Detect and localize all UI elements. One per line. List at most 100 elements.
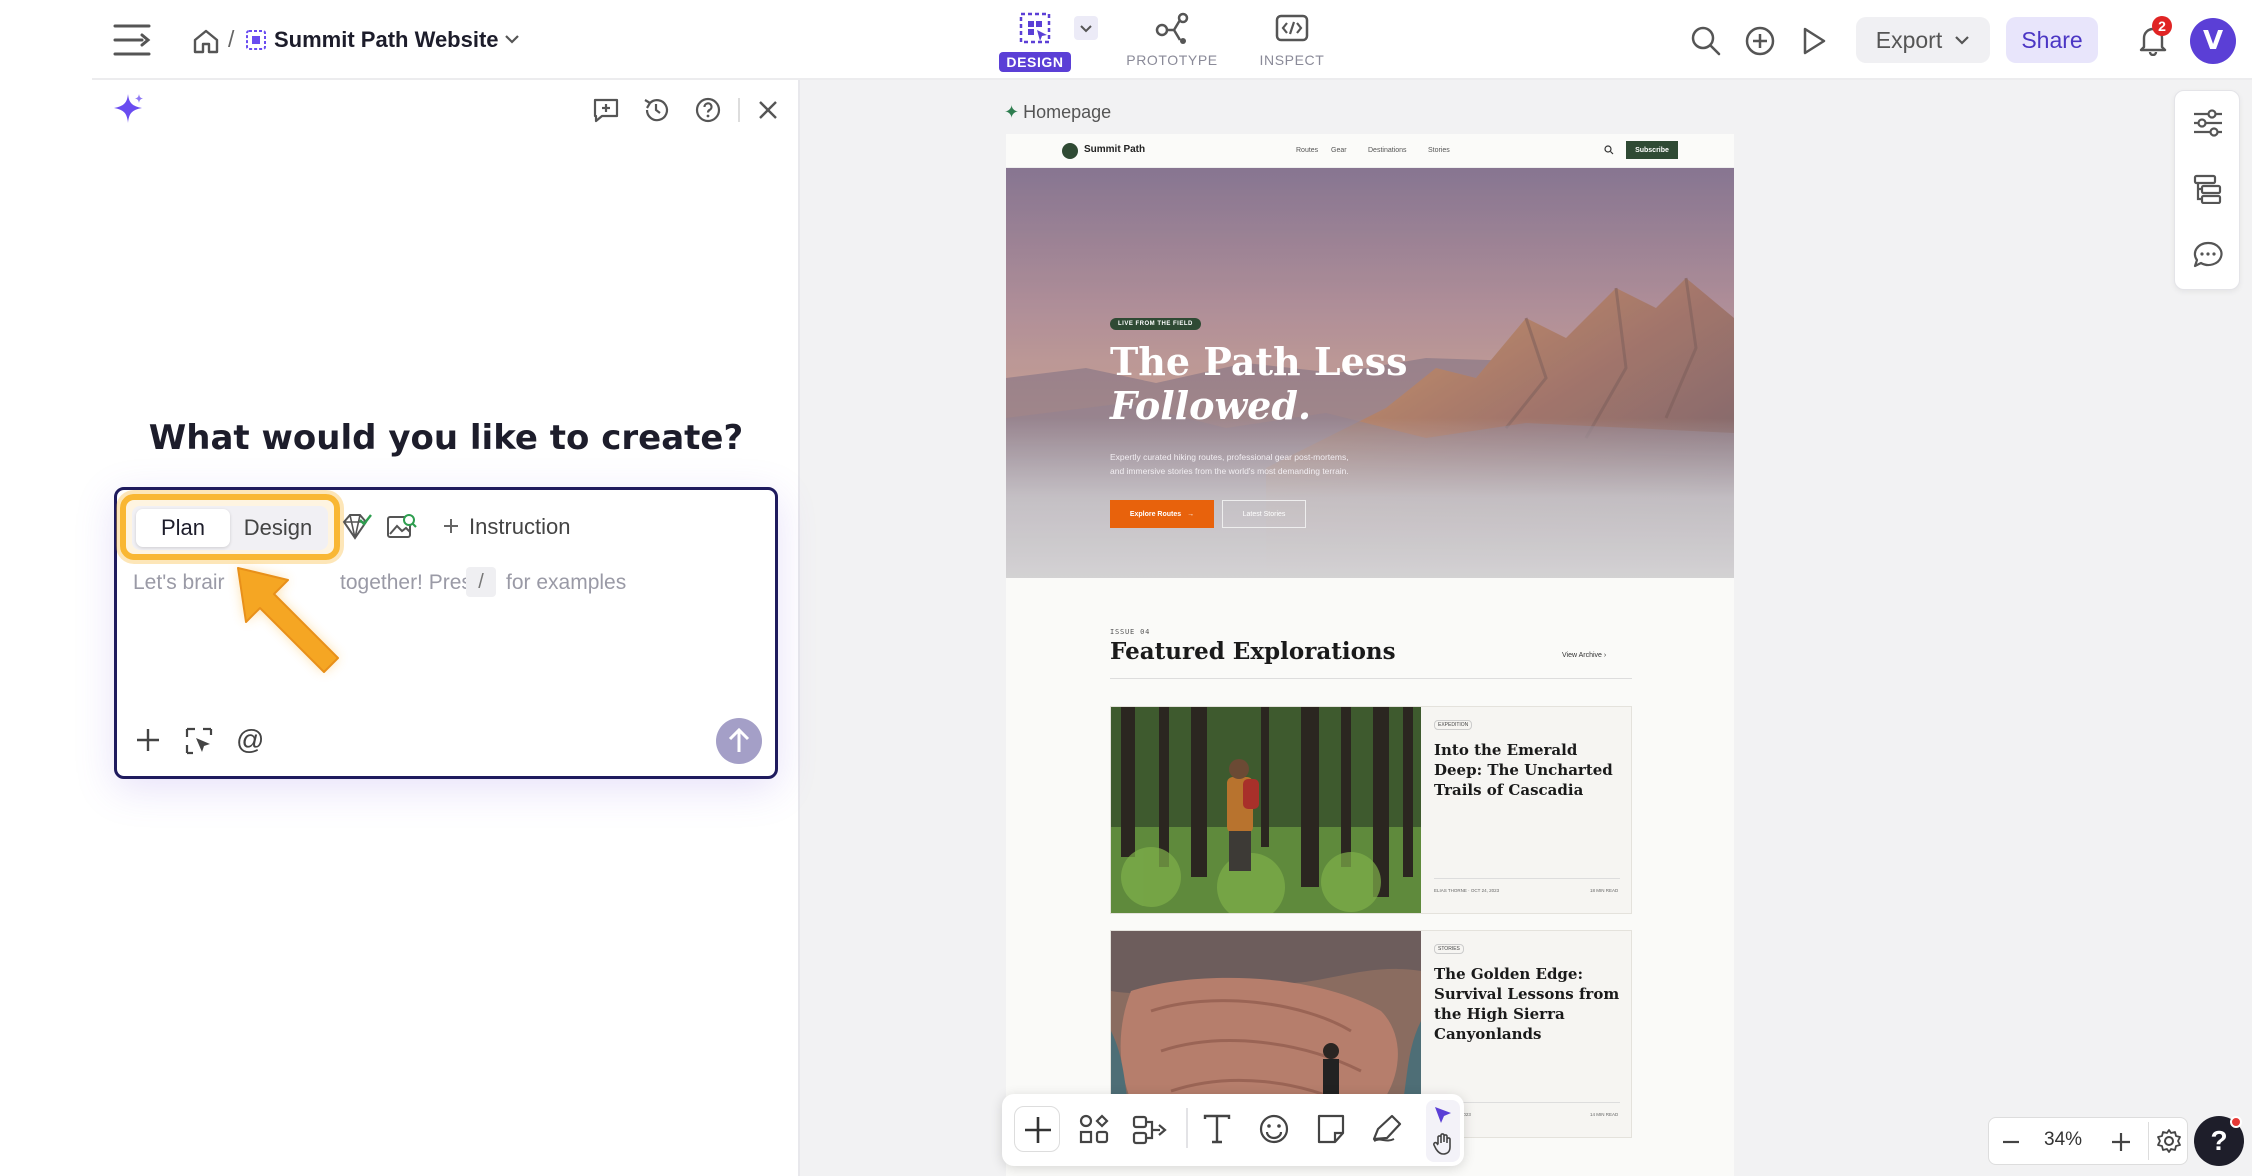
card-title: Into the Emerald Deep: The Uncharted Tra… <box>1434 741 1613 799</box>
slash-key-hint: / <box>466 567 496 597</box>
hero-cta-primary-label: Explore Routes <box>1129 510 1182 518</box>
section-title: Featured Explorations <box>1110 638 1396 665</box>
close-icon[interactable] <box>756 98 780 122</box>
home-icon[interactable] <box>192 28 220 54</box>
menu-icon[interactable] <box>112 22 152 58</box>
pen-tool-icon[interactable] <box>1370 1113 1404 1145</box>
arrow-up-icon <box>728 727 750 752</box>
placeholder-text-end: for examples <box>506 571 627 594</box>
frame-label-text: Homepage <box>1023 102 1112 122</box>
chevron-down-icon <box>1955 36 1970 45</box>
tab-inspect-label: INSPECT <box>1259 52 1325 68</box>
export-button[interactable]: Export <box>1856 17 1990 63</box>
hero-title-line1: The Path Less <box>1110 339 1408 384</box>
add-attachment-icon[interactable] <box>134 726 162 754</box>
chevron-down-icon[interactable] <box>504 34 520 44</box>
zoom-in-icon[interactable] <box>2110 1131 2132 1153</box>
text-tool-icon[interactable] <box>1202 1113 1232 1145</box>
layers-icon[interactable] <box>2192 174 2224 204</box>
plus-icon <box>1025 1117 1051 1143</box>
avatar[interactable]: V <box>2190 18 2236 64</box>
share-label: Share <box>2021 26 2083 53</box>
cursor-icon[interactable] <box>1432 1104 1454 1126</box>
card-read-time: 18 MIN READ <box>1590 888 1619 893</box>
tab-design[interactable]: DESIGN <box>999 10 1071 72</box>
export-label: Export <box>1875 26 1943 53</box>
project-title[interactable]: Summit Path Website <box>274 27 499 53</box>
hand-icon[interactable] <box>1432 1132 1454 1156</box>
plus-icon <box>442 517 460 535</box>
toolbar-divider <box>738 98 740 122</box>
tab-prototype[interactable]: PROTOTYPE <box>1124 10 1220 68</box>
view-archive-link: View Archive › <box>1562 652 1607 659</box>
hero-description-2: and immersive stories from the world's m… <box>1110 466 1349 476</box>
diamond-check-icon[interactable] <box>340 512 372 542</box>
app-window: { "topbar": { "project_name": "Summit Pa… <box>0 0 2252 1176</box>
pointer-arrow-icon <box>228 558 358 688</box>
design-mode-icon <box>1017 10 1053 46</box>
placeholder-text-start: Let's brair <box>133 571 225 594</box>
hero-cta-secondary: Latest Stories <box>1222 500 1306 528</box>
zoom-divider <box>2148 1122 2149 1160</box>
card-divider <box>1434 878 1620 879</box>
hero-title-line2: Followed. <box>1110 383 1312 428</box>
project-icon <box>246 30 266 50</box>
settings-gear-icon[interactable] <box>2156 1128 2182 1154</box>
breadcrumb-separator: / <box>228 26 235 52</box>
share-button[interactable]: Share <box>2006 17 2098 63</box>
add-tool-button[interactable] <box>1014 1106 1060 1152</box>
assistant-heading: What would you like to create? <box>148 418 744 458</box>
mode-dropdown-button[interactable] <box>1074 16 1098 40</box>
site-search-icon <box>1604 145 1614 155</box>
card-tag: STORIES <box>1434 944 1464 954</box>
zoom-out-icon[interactable] <box>2001 1132 2021 1152</box>
mention-icon[interactable]: @ <box>236 724 264 756</box>
image-search-icon[interactable] <box>386 512 418 542</box>
homepage-frame[interactable]: Summit Path Routes Gear Destinations Sto… <box>1006 134 1734 1176</box>
site-nav-destinations: Destinations <box>1368 147 1407 154</box>
tab-inspect[interactable]: INSPECT <box>1256 10 1328 68</box>
frame-icon: ✦ <box>1004 102 1020 122</box>
section-divider <box>1110 678 1632 679</box>
sliders-icon[interactable] <box>2192 108 2224 138</box>
site-nav-gear: Gear <box>1331 147 1347 154</box>
search-icon[interactable] <box>1690 25 1722 57</box>
site-nav-stories: Stories <box>1428 147 1450 154</box>
help-circle-icon[interactable] <box>694 96 722 124</box>
select-element-icon[interactable] <box>184 726 214 756</box>
view-archive-label: View Archive <box>1562 652 1602 659</box>
code-icon <box>1274 10 1310 46</box>
left-edge <box>0 0 92 1176</box>
card-title: The Golden Edge: Survival Lessons from t… <box>1434 965 1620 1043</box>
components-icon[interactable] <box>1078 1113 1110 1145</box>
placeholder-text-middle: together! Press <box>340 571 483 594</box>
prototype-icon <box>1152 10 1192 46</box>
card-tag: EXPEDITION <box>1434 720 1473 730</box>
send-button[interactable] <box>716 718 762 764</box>
hero-badge: LIVE FROM THE FIELD <box>1110 318 1201 330</box>
issue-label: ISSUE 04 <box>1110 628 1151 636</box>
help-alert-dot <box>2230 1116 2242 1128</box>
play-icon[interactable] <box>1800 25 1828 57</box>
frame-label[interactable]: ✦ Homepage <box>1004 102 1111 123</box>
instruction-button[interactable]: Instruction <box>469 514 571 540</box>
add-circle-icon[interactable] <box>1744 25 1776 57</box>
hero-description-1: Expertly curated hiking routes, professi… <box>1110 452 1349 462</box>
sticky-note-icon[interactable] <box>1316 1113 1346 1145</box>
site-nav-routes: Routes <box>1296 147 1319 154</box>
tab-design-mode[interactable]: Design <box>232 509 324 547</box>
history-icon[interactable] <box>642 96 670 124</box>
tab-plan[interactable]: Plan <box>136 509 230 547</box>
hero-cta-primary: Explore Routes → <box>1110 500 1214 528</box>
tab-design-label: DESIGN <box>999 52 1071 72</box>
card-author: ELIAS THORNE · OCT 24, 2023 <box>1434 888 1500 893</box>
sparkle-icon <box>112 92 146 126</box>
comment-icon[interactable] <box>2192 240 2224 270</box>
tab-prototype-label: PROTOTYPE <box>1126 52 1218 68</box>
new-chat-icon[interactable] <box>592 96 620 124</box>
emoji-icon[interactable] <box>1258 1113 1290 1145</box>
site-brand: Summit Path <box>1084 144 1146 155</box>
card-image-forest <box>1111 707 1421 913</box>
flow-icon[interactable] <box>1132 1113 1168 1145</box>
zoom-level[interactable]: 34% <box>2044 1129 2082 1151</box>
